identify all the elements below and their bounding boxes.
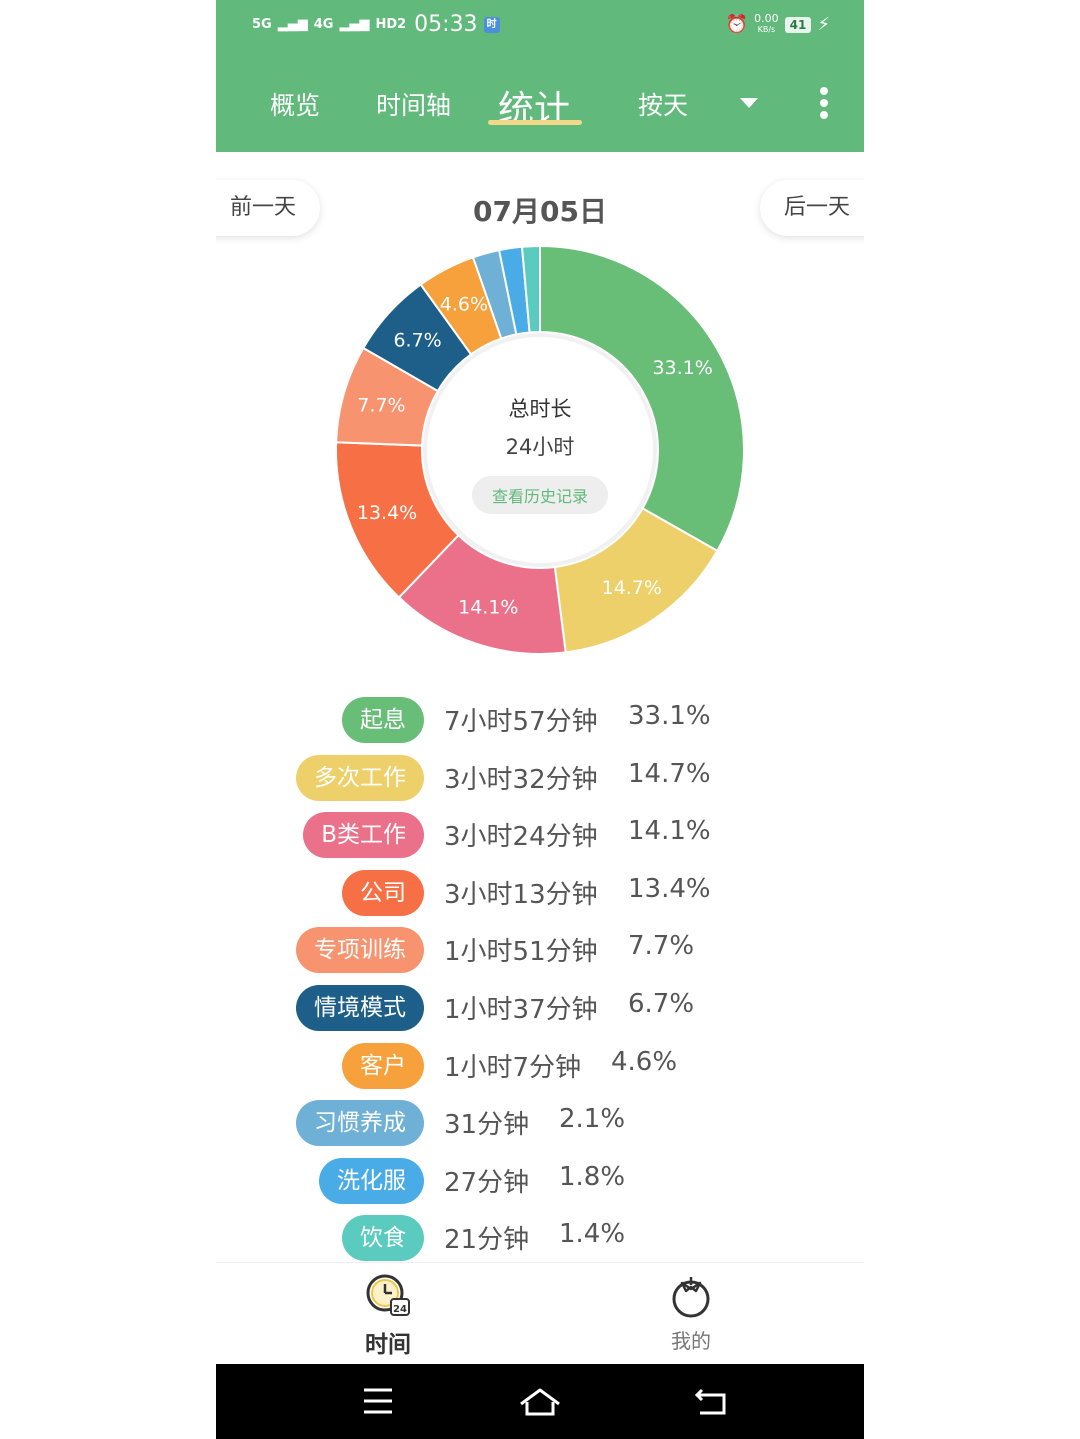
category-row[interactable]: 多次工作 3小时32分钟 14.7% bbox=[216, 753, 864, 803]
slice-percent-label: 14.1% bbox=[458, 597, 518, 619]
nav-time-label: 时间 bbox=[365, 1332, 411, 1358]
category-percent: 14.1% bbox=[628, 816, 711, 847]
category-duration: 1小时51分钟 bbox=[444, 937, 598, 968]
app-screen: 5G ▂▄▆ 4G ▂▄▆ HD2 05:33 时 ⏰ 0.00 KB/s 41… bbox=[216, 0, 864, 1439]
system-navigation-bar bbox=[216, 1364, 864, 1439]
total-duration-value: 24小时 bbox=[506, 435, 575, 459]
category-duration: 21分钟 bbox=[444, 1225, 530, 1256]
signal-icon: ▂▄▆ bbox=[339, 17, 370, 32]
status-bar-left: 5G ▂▄▆ 4G ▂▄▆ HD2 05:33 时 bbox=[252, 12, 500, 37]
category-percent: 7.7% bbox=[628, 931, 695, 962]
category-badge: 多次工作 bbox=[296, 754, 424, 801]
signal-icon: 5G bbox=[252, 17, 272, 32]
battery-icon: 41 bbox=[784, 16, 812, 33]
category-duration: 1小时37分钟 bbox=[444, 995, 598, 1025]
category-row[interactable]: 公司 3小时13分钟 13.4% bbox=[216, 868, 864, 918]
category-badge: 专项训练 bbox=[296, 927, 424, 974]
category-percent: 13.4% bbox=[628, 873, 711, 904]
category-row[interactable]: 习惯养成 31分钟 2.1% bbox=[216, 1098, 864, 1148]
category-badge: 公司 bbox=[342, 869, 424, 916]
slice-percent-label: 13.4% bbox=[357, 502, 417, 524]
donut-chart: 33.1% 14.7% 14.1% 13.4% 7.7% 6.7% 4.6% 总时长 24小… bbox=[335, 244, 745, 655]
status-time: 05:33 bbox=[414, 12, 478, 37]
period-selector[interactable]: 按天 bbox=[638, 86, 688, 122]
net-speed-unit: KB/s bbox=[757, 25, 776, 34]
category-duration: 27分钟 bbox=[444, 1167, 530, 1198]
category-percent: 33.1% bbox=[628, 701, 711, 731]
alarm-icon: ⏰ bbox=[725, 14, 749, 35]
more-vertical-icon[interactable] bbox=[816, 86, 832, 122]
category-badge: 洗化服 bbox=[319, 1157, 424, 1204]
svg-text:24: 24 bbox=[393, 1304, 407, 1315]
category-duration: 1小时7分钟 bbox=[444, 1052, 582, 1083]
hd-icon: HD2 bbox=[375, 17, 407, 32]
slice-percent-label: 4.6% bbox=[440, 294, 488, 316]
slice-percent-label: 14.7% bbox=[602, 577, 662, 599]
signal-icon: ▂▄▆ bbox=[277, 17, 308, 32]
net-speed-value: 0.00 bbox=[754, 12, 779, 25]
category-row[interactable]: 情境模式 1小时37分钟 6.7% bbox=[216, 983, 864, 1033]
category-row[interactable]: 专项训练 1小时51分钟 7.7% bbox=[216, 925, 864, 975]
app-header: 5G ▂▄▆ 4G ▂▄▆ HD2 05:33 时 ⏰ 0.00 KB/s 41… bbox=[216, 0, 864, 152]
total-duration-title: 总时长 bbox=[509, 397, 572, 421]
category-duration: 31分钟 bbox=[444, 1110, 530, 1141]
category-row[interactable]: 客户 1小时7分钟 4.6% bbox=[216, 1041, 864, 1091]
category-badge: 情境模式 bbox=[296, 985, 424, 1031]
view-history-button[interactable]: 查看历史记录 bbox=[472, 476, 608, 514]
category-percent: 1.8% bbox=[559, 1161, 626, 1192]
category-percent: 4.6% bbox=[611, 1046, 678, 1077]
category-row[interactable]: 起息 7小时57分钟 33.1% bbox=[216, 695, 864, 745]
category-row[interactable]: 洗化服 27分钟 1.8% bbox=[216, 1156, 864, 1206]
charging-icon: ⚡ bbox=[817, 14, 830, 35]
net-speed: 0.00 KB/s bbox=[754, 12, 779, 35]
category-duration: 3小时13分钟 bbox=[444, 879, 598, 910]
view-history-label[interactable]: 查看历史记录 bbox=[492, 487, 588, 506]
category-row[interactable]: B类工作 3小时24分钟 14.1% bbox=[216, 810, 864, 860]
category-badge: 饮食 bbox=[342, 1215, 424, 1262]
category-badge: 起息 bbox=[342, 697, 424, 743]
category-duration: 7小时57分钟 bbox=[444, 707, 598, 737]
signal-icon: 4G bbox=[313, 17, 334, 32]
category-row[interactable]: 饮食 21分钟 1.4% bbox=[216, 1213, 864, 1263]
category-duration: 3小时24分钟 bbox=[444, 822, 598, 853]
category-duration: 3小时32分钟 bbox=[444, 764, 598, 795]
tomato-icon bbox=[672, 1277, 710, 1318]
bottom-nav: 24 时间 我的 bbox=[216, 1262, 864, 1365]
category-badge: B类工作 bbox=[303, 812, 424, 859]
category-badge: 习惯养成 bbox=[296, 1100, 424, 1147]
nav-mine-label: 我的 bbox=[671, 1329, 711, 1353]
category-percent: 1.4% bbox=[559, 1219, 626, 1250]
home-icon[interactable] bbox=[518, 1386, 562, 1418]
slice-percent-label: 6.7% bbox=[393, 329, 441, 351]
slice-percent-label: 7.7% bbox=[357, 394, 405, 416]
category-percent: 2.1% bbox=[559, 1104, 626, 1135]
nav-time[interactable]: 24 时间 bbox=[328, 1273, 448, 1359]
nav-mine[interactable]: 我的 bbox=[631, 1273, 751, 1354]
caret-down-icon[interactable] bbox=[738, 96, 760, 110]
clock-24-icon: 24 bbox=[366, 1274, 410, 1316]
tab-timeline[interactable]: 时间轴 bbox=[376, 86, 451, 122]
next-day-button[interactable]: 后一天 bbox=[760, 180, 864, 236]
active-tab-underline bbox=[488, 120, 582, 125]
slice-percent-label: 33.1% bbox=[652, 357, 712, 379]
app-notification-icon: 时 bbox=[483, 16, 500, 33]
category-badge: 客户 bbox=[342, 1042, 424, 1089]
category-percent: 14.7% bbox=[628, 758, 711, 789]
menu-icon[interactable] bbox=[362, 1386, 394, 1416]
tab-overview[interactable]: 概览 bbox=[270, 86, 320, 122]
back-icon[interactable] bbox=[694, 1386, 728, 1416]
status-bar-right: ⏰ 0.00 KB/s 41 ⚡ bbox=[725, 12, 830, 35]
category-percent: 6.7% bbox=[628, 989, 695, 1019]
